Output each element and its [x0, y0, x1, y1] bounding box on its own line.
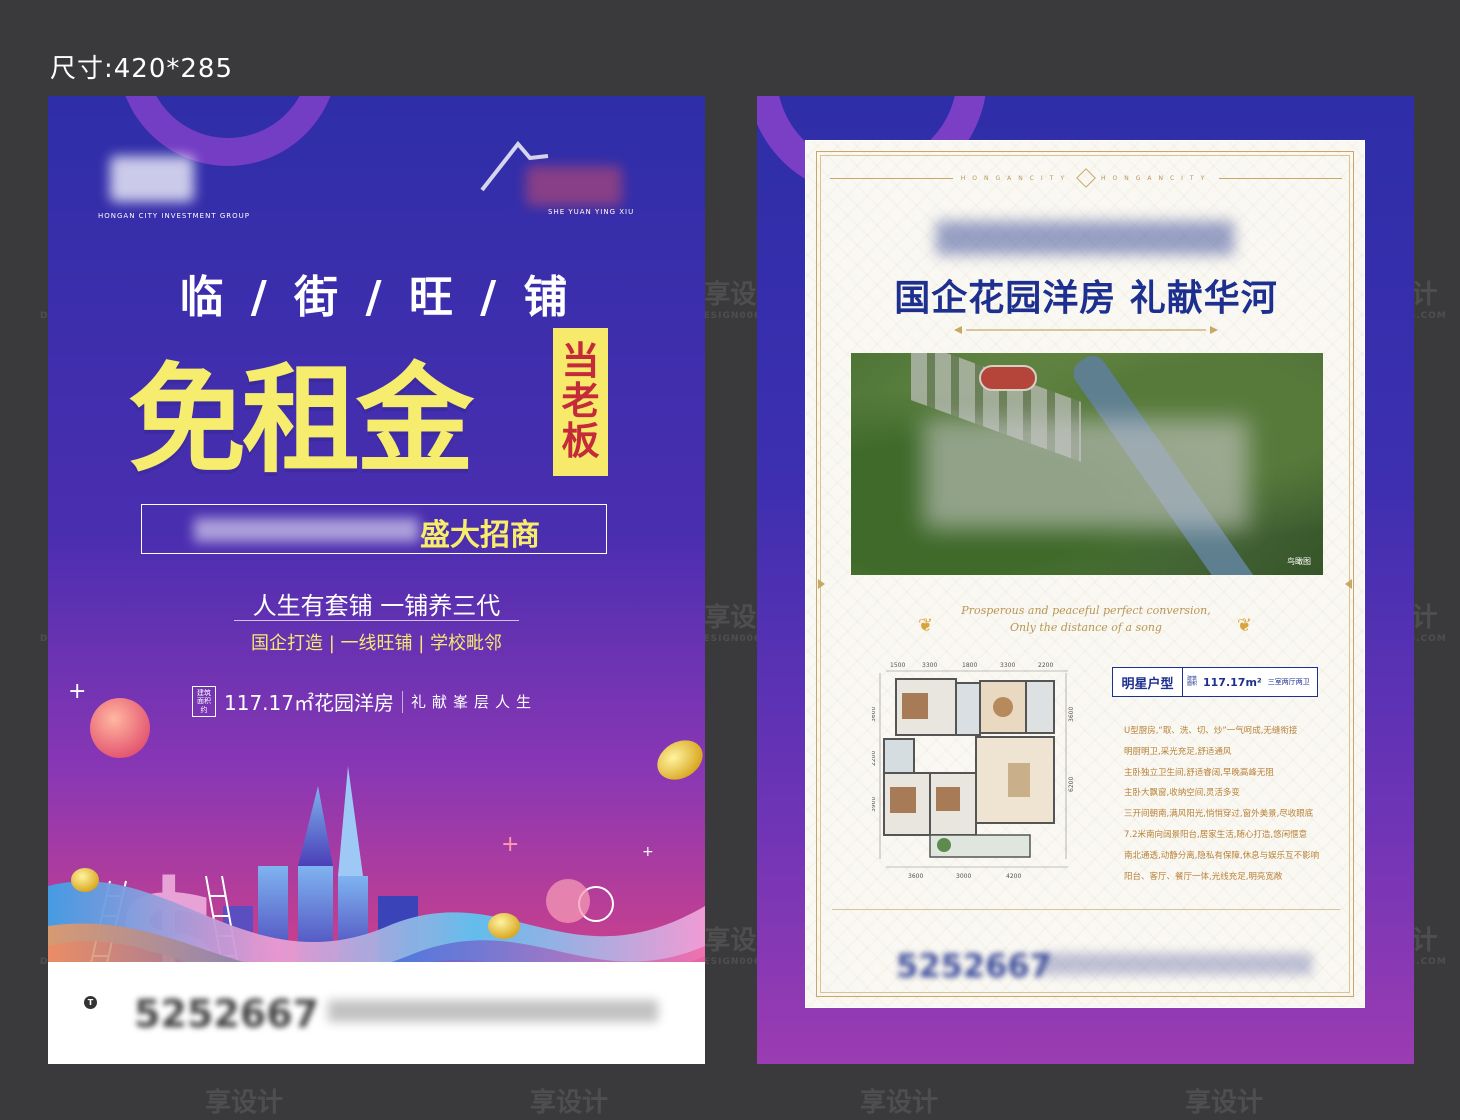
photo-caption: 鸟瞰图 — [1287, 557, 1311, 566]
list-item: 南北通透,动静分离,隐私有保障,休息与娱乐互不影响 — [1124, 850, 1320, 861]
project-logo-subtitle: SHE YUAN YING XIU — [548, 208, 635, 216]
list-item: 主卧大飘窗,收纳空间,灵活多变 — [1124, 788, 1240, 799]
frame-text: HONGANCITY — [960, 174, 1071, 182]
motto: 礼献峯层人生 — [410, 693, 537, 712]
watermark: 享设计 — [205, 1090, 283, 1116]
slogan: 人生有套铺 一铺养三代 — [252, 592, 501, 620]
dim-right: 3600 — [1068, 707, 1075, 722]
hero-tag-char: 当 — [561, 339, 600, 384]
sports-track — [979, 365, 1037, 391]
unit-area-label-line: 面积 — [1187, 681, 1198, 687]
project-logo — [526, 166, 622, 206]
blurred-area — [923, 419, 1249, 529]
slogan-underline — [234, 620, 519, 621]
ornament-line — [830, 177, 953, 179]
blurred-address — [1040, 953, 1312, 975]
area-mini-box: 建筑 面积约 — [192, 686, 216, 718]
phone-number: 5252667 — [134, 992, 320, 1036]
phone-icon: T — [84, 996, 97, 1009]
unit-name: 明星户型 — [1113, 668, 1183, 696]
dim-top: 1500 — [890, 662, 905, 669]
dim-left: 2200 — [872, 751, 877, 766]
unit-rooms: 三室两厅两卫 — [1267, 678, 1310, 686]
blurred-project-name — [194, 518, 419, 542]
unit-area-label: 建筑 面积 — [1187, 676, 1201, 688]
dim-left: 3900 — [872, 797, 877, 812]
content-card: HONGANCITY HONGANCITY 国企花园洋房 礼献华河 鸟瞰图 ❦ … — [805, 140, 1365, 1008]
area-line: 建筑 面积约 117.17㎡花园洋房 礼献峯层人生 — [192, 686, 537, 718]
floor-plan: 1500 3300 1800 3300 2200 3600 3000 4200 … — [872, 662, 1075, 880]
dim-top: 1800 — [962, 662, 977, 669]
dim-right: 6200 — [1068, 777, 1075, 792]
blurred-address — [328, 1000, 658, 1022]
svg-text:+: + — [501, 832, 519, 857]
phone-number: 5252667 — [896, 947, 1052, 985]
feature-list: U型厨房,“取、洗、切、炒”一气呵成,无缝衔接 明厨明卫,采光充足,舒适通风 主… — [1124, 721, 1354, 888]
contact-footer: T 5252667 — [48, 962, 705, 1064]
list-item: 明厨明卫,采光充足,舒适通风 — [1124, 746, 1232, 757]
poster-title: 国企花园洋房 礼献华河 — [894, 278, 1278, 319]
right-arrow-icon — [1345, 579, 1352, 589]
dim-bottom: 3000 — [956, 873, 971, 880]
dim-left: 3600 — [872, 707, 877, 722]
english-line-2: Only the distance of a song — [1010, 620, 1162, 634]
features-line: 国企打造 | 一线旺铺 | 学校毗邻 — [250, 633, 502, 654]
hero-tag-char: 板 — [561, 418, 600, 463]
list-item: 阳台、客厅、餐厅一体,光线充足,明亮宽敞 — [1124, 871, 1283, 882]
english-line-1: Prosperous and peaceful perfect conversi… — [961, 604, 1211, 617]
aerial-photo: 鸟瞰图 — [851, 353, 1323, 575]
headline: 临 / 街 / 旺 / 铺 — [179, 272, 574, 323]
invite-box: 盛大招商 — [141, 504, 607, 554]
frame-top-ornament: HONGANCITY HONGANCITY — [830, 168, 1342, 188]
knot-icon — [1076, 168, 1096, 188]
list-item: 7.2米南向阔景阳台,居家生活,随心打造,悠闲惬意 — [1124, 830, 1308, 841]
watermark: 享设计 — [860, 1090, 938, 1116]
watermark-cn: 享设计 — [860, 1088, 939, 1118]
english-tagline: Prosperous and peaceful perfect conversi… — [806, 603, 1366, 636]
frame-text: HONGANCITY — [1101, 174, 1212, 182]
svg-text:+: + — [68, 679, 86, 704]
watermark: 享设计 — [530, 1090, 608, 1116]
hero-tag-char: 老 — [561, 379, 600, 424]
dim-top: 3300 — [922, 662, 937, 669]
list-item: 主卧独立卫生间,舒适睿阔,早晚高峰无阻 — [1124, 767, 1274, 778]
unit-area: 117.17m² — [1203, 675, 1262, 689]
size-label: 尺寸:420*285 — [50, 54, 234, 84]
dim-bottom: 4200 — [1006, 873, 1021, 880]
title-ornament — [954, 326, 1218, 334]
right-poster: HONGANCITY HONGANCITY 国企花园洋房 礼献华河 鸟瞰图 ❦ … — [757, 96, 1414, 1064]
list-item: U型厨房,“取、洗、切、炒”一气呵成,无缝衔接 — [1124, 726, 1298, 736]
blurred-project-name — [936, 221, 1234, 255]
left-arrow-icon — [818, 579, 825, 589]
area-value: 117.17㎡花园洋房 — [224, 691, 394, 716]
watermark-cn: 享设计 — [205, 1088, 284, 1118]
svg-text:+: + — [642, 844, 654, 860]
watermark-cn: 享设计 — [530, 1088, 609, 1118]
invite-text: 盛大招商 — [420, 518, 540, 553]
dim-bottom: 3600 — [908, 873, 923, 880]
hero-title: 免租金 — [128, 351, 474, 489]
company-logo — [110, 156, 194, 202]
divider — [401, 690, 403, 713]
watermark-cn: 享设计 — [1185, 1088, 1264, 1118]
list-item: 三开间朝南,满风阳光,悄悄穿过,窗外美景,尽收眼底 — [1124, 809, 1314, 820]
left-poster: HONGAN CITY INVESTMENT GROUP SHE YUAN YI… — [48, 96, 705, 1064]
watermark: 享设计 — [1185, 1090, 1263, 1116]
ornament-line — [1219, 177, 1342, 179]
hero-tag: 当 老 板 — [553, 328, 608, 476]
dim-top: 3300 — [1000, 662, 1015, 669]
company-logo-subtitle: HONGAN CITY INVESTMENT GROUP — [98, 212, 250, 220]
area-mini-label: 面积约 — [197, 697, 211, 714]
unit-badge: 明星户型 建筑 面积 117.17m² 三室两厅两卫 — [1112, 667, 1318, 697]
divider — [832, 909, 1340, 910]
dim-top: 2200 — [1038, 662, 1053, 669]
